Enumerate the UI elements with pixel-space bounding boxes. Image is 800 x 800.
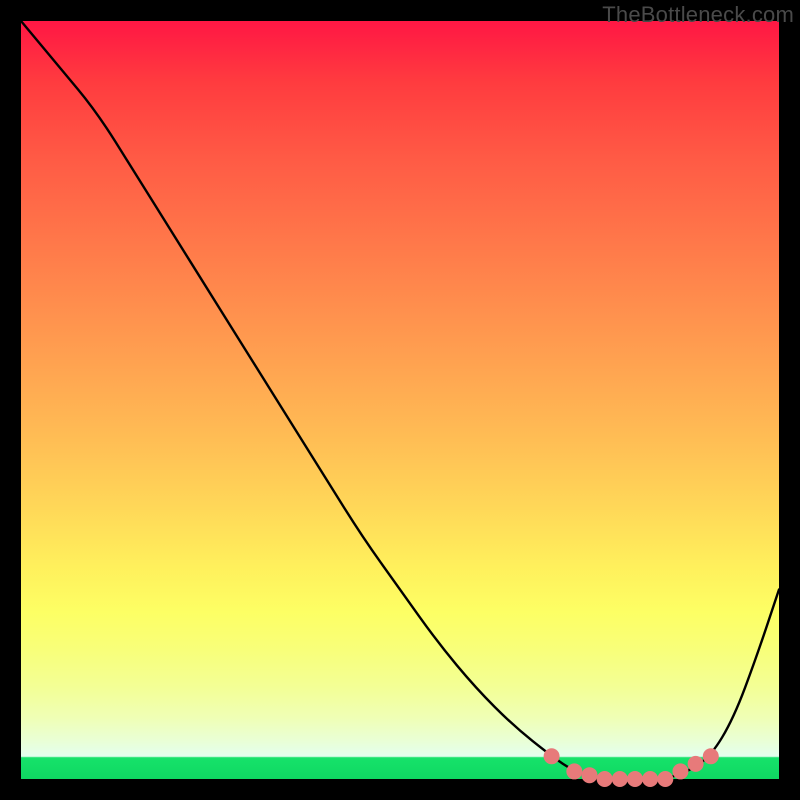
chart-stage: TheBottleneck.com xyxy=(0,0,800,800)
plot-background xyxy=(21,21,779,779)
